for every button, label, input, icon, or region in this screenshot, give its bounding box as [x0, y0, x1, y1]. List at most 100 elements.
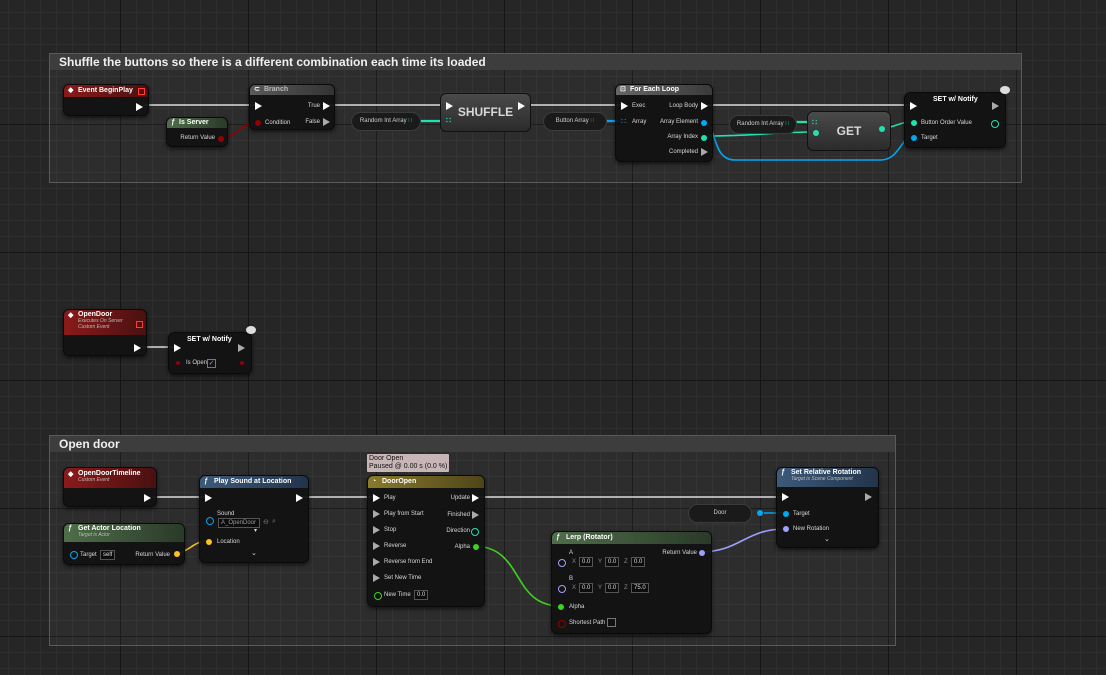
return-value-pin[interactable]	[174, 551, 180, 557]
play-from-start-label: Play from Start	[384, 511, 424, 517]
exec-in-pin[interactable]	[174, 344, 181, 352]
reverse-from-end-exec-pin[interactable]	[373, 558, 380, 566]
exec-out-pin[interactable]	[865, 493, 872, 501]
exec-out-pin[interactable]	[144, 494, 151, 502]
array-pin-icon[interactable]: ∷	[590, 118, 594, 124]
get-actor-location-node[interactable]: ƒ Get Actor Location Target is Actor Tar…	[63, 523, 185, 565]
new-time-pin[interactable]	[374, 592, 382, 600]
branch-node[interactable]: ⊂ Branch Condition True False	[249, 84, 335, 130]
array-pin-icon[interactable]: ∷	[621, 117, 626, 126]
b-z-field[interactable]: 75.0	[631, 583, 649, 593]
exec-in-pin[interactable]	[782, 493, 789, 501]
array-index-label: Array Index	[667, 134, 698, 140]
play-from-start-exec-pin[interactable]	[373, 510, 380, 518]
set-with-notify-node[interactable]: SET w/ Notify Is Open ✓	[168, 326, 256, 374]
alpha-in-pin[interactable]	[558, 604, 564, 610]
condition-pin[interactable]	[255, 120, 261, 126]
is-open-out-pin[interactable]	[240, 361, 244, 365]
set-relative-rotation-node[interactable]: ƒ Set Relative Rotation Target is Scene …	[776, 467, 879, 548]
set-new-time-exec-pin[interactable]	[373, 574, 380, 582]
delegate-pin[interactable]	[136, 321, 143, 328]
b-y-field[interactable]: 0.0	[605, 583, 620, 593]
open-door-timeline-event-node[interactable]: ◆ OpenDoorTimeline Custom Event	[63, 467, 157, 507]
play-sound-at-location-node[interactable]: ƒ Play Sound at Location Sound A_OpenDoo…	[199, 475, 309, 563]
exec-out-pin[interactable]	[134, 344, 141, 352]
loop-body-label: Loop Body	[669, 103, 698, 109]
variable-label: Random Int Array	[359, 118, 407, 124]
replicated-icon	[246, 326, 256, 334]
a-y-field[interactable]: 0.0	[605, 557, 620, 567]
use-selected-icon[interactable]: ⊖	[263, 518, 269, 526]
exec-out-pin[interactable]	[238, 344, 245, 352]
shuffle-node[interactable]: ∷ SHUFFLE	[440, 93, 531, 132]
browse-icon[interactable]: ⌕	[272, 518, 276, 526]
array-pin-icon[interactable]: ∷	[785, 121, 789, 127]
exec-in-pin[interactable]	[205, 494, 212, 502]
a-pin[interactable]	[558, 559, 566, 567]
new-time-field[interactable]: 0.0	[414, 590, 429, 600]
door-open-timeline-node[interactable]: ◔ DoorOpen Play Play from Start Stop Rev…	[367, 475, 485, 607]
a-z-field[interactable]: 0.0	[631, 557, 646, 567]
target-pin[interactable]	[70, 551, 78, 559]
shortest-path-pin[interactable]	[558, 620, 566, 628]
is-server-node[interactable]: ƒ Is Server Return Value	[166, 117, 228, 147]
is-open-checkbox[interactable]: ✓	[207, 359, 216, 368]
location-pin[interactable]	[206, 539, 212, 545]
b-x-field[interactable]: 0.0	[579, 583, 594, 593]
set-with-notify-node[interactable]: SET w/ Notify Button Order Value Target	[904, 86, 1010, 148]
a-x-field[interactable]: 0.0	[579, 557, 594, 567]
for-each-loop-node[interactable]: ⊡ For Each Loop Exec ∷ Array Loop Body A…	[615, 84, 713, 162]
exec-in-pin[interactable]	[255, 102, 262, 110]
array-element-pin[interactable]	[701, 120, 707, 126]
target-pin[interactable]	[783, 511, 789, 517]
exec-out-pin[interactable]	[136, 103, 143, 111]
exec-in-pin[interactable]	[910, 102, 917, 110]
sound-pin[interactable]	[206, 517, 214, 525]
button-order-value-out-pin[interactable]	[991, 120, 999, 128]
target-label: Target	[793, 511, 810, 517]
open-door-event-node[interactable]: ◆ OpenDoor Executes On Server Custom Eve…	[63, 309, 147, 356]
return-value-pin[interactable]	[699, 550, 705, 556]
sound-asset-dropdown[interactable]: A_OpenDoor ▾	[218, 518, 260, 534]
node-header: ƒ Is Server	[167, 118, 227, 128]
finished-exec-pin[interactable]	[472, 511, 479, 519]
door-out-pin[interactable]	[757, 510, 763, 516]
target-pin[interactable]	[911, 135, 917, 141]
b-pin[interactable]	[558, 585, 566, 593]
stop-label: Stop	[384, 527, 397, 533]
false-exec-pin[interactable]	[323, 118, 330, 126]
array-index-pin[interactable]	[701, 135, 707, 141]
is-open-pin[interactable]	[176, 361, 180, 365]
new-rotation-pin[interactable]	[783, 526, 789, 532]
loop-body-exec-pin[interactable]	[701, 102, 708, 110]
node-header: ƒ Play Sound at Location	[200, 476, 308, 488]
direction-pin[interactable]	[471, 528, 479, 536]
random-int-array-getter[interactable]: Random Int Array ∷	[729, 115, 797, 134]
target-self-field[interactable]: self	[100, 550, 116, 560]
exec-out-pin[interactable]	[992, 102, 999, 110]
get-node[interactable]: ∷ GET	[807, 111, 891, 151]
button-array-getter[interactable]: Button Array ∷	[543, 112, 607, 131]
button-order-value-pin[interactable]	[911, 120, 917, 126]
array-pin-icon[interactable]: ∷	[408, 118, 412, 124]
update-exec-pin[interactable]	[472, 494, 479, 502]
lerp-rotator-node[interactable]: ƒ Lerp (Rotator) A X 0.0 Y 0.0 Z 0.0 B X…	[551, 531, 712, 634]
expand-chevron-icon[interactable]: ⌄	[251, 549, 257, 557]
bool-out-pin[interactable]	[218, 136, 224, 142]
expand-chevron-icon[interactable]: ⌄	[824, 535, 830, 543]
reverse-exec-pin[interactable]	[373, 542, 380, 550]
alpha-out-pin[interactable]	[473, 544, 479, 550]
true-exec-pin[interactable]	[323, 102, 330, 110]
return-value-label: Return Value	[662, 550, 697, 556]
completed-exec-pin[interactable]	[701, 148, 708, 156]
node-title: SET w/ Notify	[187, 336, 232, 343]
shortest-path-checkbox[interactable]	[607, 618, 616, 627]
stop-exec-pin[interactable]	[373, 526, 380, 534]
event-begin-play-node[interactable]: ◆ Event BeginPlay	[63, 84, 149, 116]
exec-in-pin[interactable]	[621, 102, 628, 110]
play-exec-pin[interactable]	[373, 494, 380, 502]
door-variable-getter[interactable]: Door	[688, 504, 752, 523]
random-int-array-getter[interactable]: Random Int Array ∷	[351, 112, 421, 131]
exec-out-pin[interactable]	[296, 494, 303, 502]
delegate-pin[interactable]	[138, 88, 145, 95]
